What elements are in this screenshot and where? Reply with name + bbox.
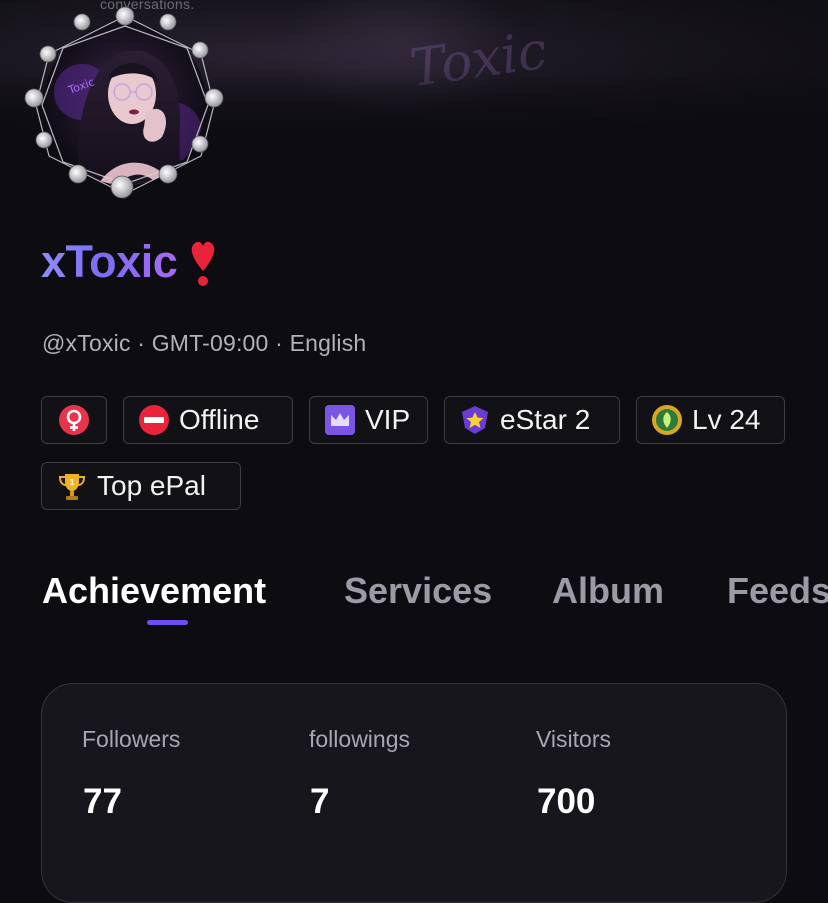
display-name: xToxic [41, 232, 221, 292]
tab-album[interactable]: Album [552, 570, 664, 612]
profile-subtitle: @xToxic · GMT-09:00 · English [42, 330, 367, 356]
avatar[interactable]: Toxic [22, 2, 228, 208]
estar-label: eStar 2 [500, 404, 591, 435]
status-label: Offline [179, 404, 260, 435]
tab-services[interactable]: Services [344, 570, 492, 612]
stats-card [41, 683, 787, 903]
vip-badge: VIP [309, 396, 428, 444]
top-epal-badge: 1 Top ePal [41, 462, 241, 510]
star-shield-icon [462, 406, 488, 434]
heavy-exclamation-heart-icon [191, 241, 215, 286]
tab-feeds[interactable]: Feeds [727, 570, 828, 612]
username-label: xToxic [41, 236, 178, 287]
tab-achievement[interactable]: Achievement [42, 570, 266, 612]
estar-badge: eStar 2 [444, 396, 620, 444]
status-badge: Offline [123, 396, 293, 444]
active-tab-indicator [147, 620, 188, 625]
gender-badge [41, 396, 107, 444]
crown-icon [325, 405, 355, 435]
female-symbol-icon [59, 405, 89, 435]
followers-count[interactable]: 77 [83, 782, 122, 822]
vip-label: VIP [365, 404, 411, 435]
level-label: Lv 24 [692, 404, 761, 435]
no-entry-icon [139, 405, 169, 435]
followers-label: Followers [82, 726, 181, 752]
avatar-image: Toxic [24, 6, 224, 199]
trophy-icon: 1 [58, 474, 86, 500]
leaf-medal-icon [652, 405, 682, 435]
followings-count[interactable]: 7 [310, 782, 329, 822]
visitors-label: Visitors [536, 726, 611, 752]
top-epal-label: Top ePal [97, 470, 206, 501]
level-badge: Lv 24 [636, 396, 785, 444]
svg-text:1: 1 [69, 478, 75, 487]
followings-label: followings [309, 726, 410, 752]
visitors-count: 700 [537, 782, 596, 821]
